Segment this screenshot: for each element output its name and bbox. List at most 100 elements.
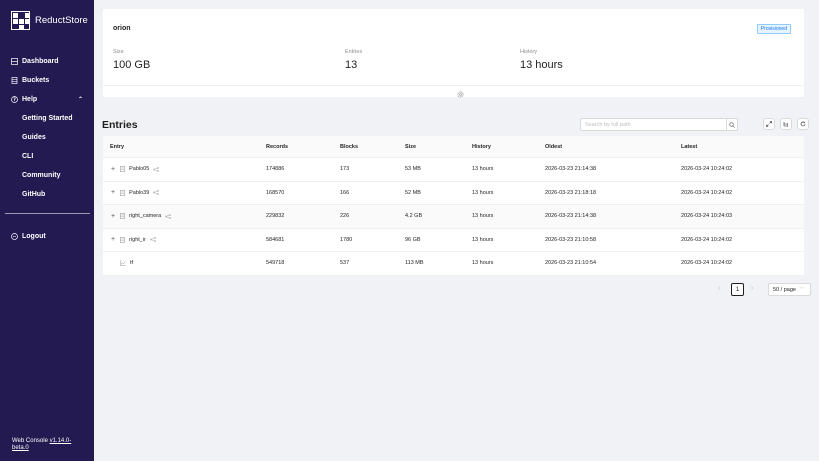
table-row[interactable]: + right_camera 229832 226 4.2 GB 13 hour… [103,205,804,229]
tree-view-button[interactable] [780,118,792,130]
provisioned-badge: Provisioned [756,24,791,34]
latest-cell: 2026-03-24 10:24:02 [681,260,733,267]
sidebar: ReductStore Dashboard Buckets ? Help ⌃ G… [0,0,94,461]
chevron-down-icon: ﹀ [798,287,804,293]
column-header[interactable]: History [472,136,491,157]
column-header[interactable]: Oldest [545,136,562,157]
share-icon[interactable] [153,190,160,196]
column-header[interactable]: Blocks [340,136,358,157]
brand-name: ReductStore [35,15,88,26]
settings-gear-icon[interactable] [457,91,464,98]
share-icon[interactable] [150,237,156,243]
entry-name[interactable]: right_ir [129,237,146,243]
entries-table: Entry Records Blocks Size History Oldest… [103,136,804,276]
stat-size: Size 100 GB [113,49,150,71]
oldest-cell: 2026-03-23 21:18:18 [545,189,597,196]
refresh-button[interactable] [797,118,809,130]
history-cell: 13 hours [472,213,494,220]
prev-page-icon[interactable]: ‹ [718,285,720,292]
search-icon [729,121,735,128]
card-divider [103,85,804,86]
version-link-suffix[interactable]: beta.0 [12,445,29,451]
sidebar-item-buckets[interactable]: Buckets [0,71,94,90]
page-size-select[interactable]: 50 / page ﹀ [768,283,811,296]
expand-icon [766,121,772,127]
entry-cell: tf [120,252,133,275]
records-cell: 174886 [266,166,285,173]
records-cell: 168570 [266,189,285,196]
stat-history: History 13 hours [520,49,563,71]
stat-value: 13 hours [520,59,563,71]
search-button[interactable] [726,119,737,130]
column-header[interactable]: Records [266,136,288,157]
entry-cell: + Pablo39 [111,182,160,205]
file-icon [120,236,125,243]
oldest-cell: 2026-03-23 21:14:38 [545,213,597,220]
sidebar-item-community[interactable]: Community [0,166,94,185]
stat-entries: Entries 13 [345,49,362,71]
sidebar-item-guides[interactable]: Guides [0,128,94,147]
bucket-name: orion [113,25,131,32]
page-1-button[interactable]: 1 [731,283,744,296]
sidebar-item-github[interactable]: GitHub [0,185,94,204]
sidebar-item-getting-started[interactable]: Getting Started [0,109,94,128]
entry-name[interactable]: right_camera [129,213,161,219]
expand-all-button[interactable] [763,118,775,130]
expand-row-icon[interactable]: + [111,213,115,220]
sidebar-item-cli[interactable]: CLI [0,147,94,166]
column-header[interactable]: Entry [110,136,124,157]
share-icon[interactable] [153,166,160,172]
latest-cell: 2026-03-24 10:24:02 [681,166,733,173]
entry-name[interactable]: Pablo05 [129,166,149,172]
entry-name[interactable]: tf [130,260,133,266]
help-icon: ? [11,96,18,103]
entry-search [580,118,738,131]
main-content: orion Provisioned Size 100 GB Entries 13… [94,0,819,461]
search-input[interactable] [581,119,726,130]
next-page-icon[interactable]: › [751,285,753,292]
sidebar-item-dashboard[interactable]: Dashboard [0,52,94,71]
blocks-cell: 173 [340,166,350,173]
column-header[interactable]: Latest [681,136,697,157]
logout-label: Logout [22,233,46,240]
tree-icon [783,122,789,127]
table-row[interactable]: + Pablo05 174886 173 53 MB 13 hours 2026… [103,158,804,182]
sidebar-item-label: Buckets [22,77,50,84]
page-size-value: 50 / page [773,286,796,293]
entry-name[interactable]: Pablo39 [129,190,149,196]
sidebar-item-help[interactable]: ? Help ⌃ [0,90,94,109]
buckets-icon [11,77,18,84]
expand-row-icon[interactable]: + [111,166,115,173]
file-icon [120,213,125,220]
version-link[interactable]: v1.14.0- [50,438,72,444]
share-icon[interactable] [165,213,172,219]
records-cell: 584681 [266,236,285,243]
column-header[interactable]: Size [405,136,416,157]
pagination: ‹ 1 › 50 / page ﹀ [94,283,819,297]
entry-cell: + Pablo05 [111,158,160,181]
history-cell: 13 hours [472,260,494,267]
table-row[interactable]: tf 549718 537 113 MB 13 hours 2026-03-23… [103,252,804,276]
dashboard-icon [11,58,18,65]
blocks-cell: 1780 [340,236,353,243]
chart-line-icon [120,260,126,266]
size-cell: 53 MB [405,166,421,173]
stat-value: 13 [345,59,358,71]
expand-row-icon[interactable]: + [111,189,115,196]
brand-logo[interactable]: ReductStore [11,11,88,30]
table-row[interactable]: + Pablo39 168570 166 52 MB 13 hours 2026… [103,181,804,205]
oldest-cell: 2026-03-23 21:10:58 [545,236,597,243]
expand-row-icon[interactable]: + [111,236,115,243]
entry-cell: + right_camera [111,205,172,228]
oldest-cell: 2026-03-23 21:10:54 [545,260,597,267]
reductstore-logo-icon [11,11,30,30]
table-row[interactable]: + right_ir 584681 1780 96 GB 13 hours 20… [103,228,804,252]
records-cell: 229832 [266,213,285,220]
table-header: Entry Records Blocks Size History Oldest… [103,136,804,158]
bucket-card: orion Provisioned Size 100 GB Entries 13… [103,9,804,98]
version-prefix: Web Console [12,438,50,444]
stat-label: History [520,49,538,55]
logout-icon [11,233,18,240]
stat-label: Entries [345,49,363,55]
logout-button[interactable]: Logout [0,227,94,246]
